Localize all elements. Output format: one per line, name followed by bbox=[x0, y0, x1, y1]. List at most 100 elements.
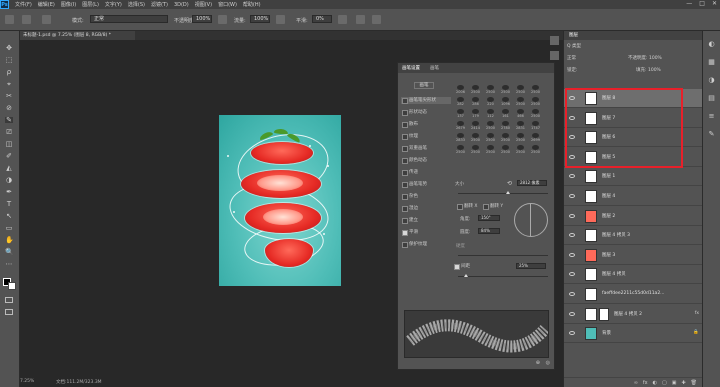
menu-select[interactable]: 选择(S) bbox=[128, 1, 145, 8]
layer-name[interactable]: 图层 3 bbox=[602, 252, 615, 258]
setting-protect-texture[interactable]: 保护纹理 bbox=[401, 241, 451, 248]
close-button[interactable]: ✕ bbox=[712, 0, 717, 7]
delete-layer-icon[interactable]: 🗑 bbox=[691, 380, 697, 386]
maximize-button[interactable]: □ bbox=[699, 0, 705, 7]
link-layers-icon[interactable]: ∞ bbox=[634, 380, 638, 386]
new-brush-preset-icon[interactable]: ⊕ bbox=[536, 360, 540, 366]
brush-tip-cell[interactable]: 2500 bbox=[470, 145, 481, 156]
background-color-swatch[interactable] bbox=[8, 282, 16, 290]
brush-tip-cell[interactable]: 179 bbox=[470, 109, 481, 120]
blend-mode-value[interactable]: 正常 bbox=[567, 56, 576, 61]
spacing-checkbox[interactable]: 间距 bbox=[453, 263, 473, 270]
reset-size-icon[interactable]: ⟲ bbox=[507, 180, 512, 187]
layer-name[interactable]: 图层 4 拷贝 2 bbox=[614, 311, 642, 317]
layer-filter[interactable]: Q 类型 bbox=[567, 43, 581, 51]
layer-opacity-input[interactable]: 100% bbox=[649, 56, 662, 61]
pressure-opacity-icon[interactable] bbox=[218, 15, 227, 24]
adjustments-panel-icon[interactable]: ◑ bbox=[707, 77, 716, 84]
visibility-eye-icon[interactable] bbox=[569, 252, 575, 257]
libraries-panel-icon[interactable]: ▤ bbox=[707, 95, 716, 102]
menu-type[interactable]: 文字(Y) bbox=[105, 1, 122, 8]
menu-image[interactable]: 图像(I) bbox=[61, 1, 76, 8]
layer-row[interactable]: 图层 4 拷贝 bbox=[564, 265, 703, 285]
setting-color-dynamics[interactable]: 颜色动态 bbox=[401, 157, 451, 164]
fill-input[interactable]: 100% bbox=[648, 68, 661, 73]
setting-noise[interactable]: 杂色 bbox=[401, 193, 451, 200]
brush-tip-cell[interactable]: 2699 bbox=[530, 133, 541, 144]
visibility-eye-icon[interactable] bbox=[569, 194, 575, 198]
tab-brush-settings[interactable]: 画笔设置 bbox=[402, 65, 420, 71]
brush-tip-cell[interactable]: 2500 bbox=[500, 85, 511, 96]
layer-thumbnail[interactable] bbox=[585, 248, 597, 262]
size-input[interactable]: 2812 像素 bbox=[517, 180, 547, 186]
setting-brush-pose[interactable]: 画笔笔势 bbox=[401, 181, 451, 188]
brush-tip-cell[interactable]: 161 bbox=[500, 109, 511, 120]
history-icon[interactable] bbox=[550, 36, 559, 45]
layer-name[interactable]: faeffdee2211c55d0d11a2... bbox=[602, 291, 664, 296]
layer-row[interactable]: 图层 4 bbox=[564, 187, 703, 206]
menu-help[interactable]: 帮助(H) bbox=[243, 1, 261, 8]
setting-brush-tip-shape[interactable]: 画笔笔尖形状 bbox=[401, 97, 451, 104]
menu-file[interactable]: 文件(F) bbox=[15, 1, 32, 8]
layer-thumbnail[interactable] bbox=[585, 190, 597, 203]
visibility-eye-icon[interactable] bbox=[569, 331, 575, 336]
document-canvas-image[interactable] bbox=[219, 115, 341, 286]
brush-tip-cell[interactable]: 2500 bbox=[515, 133, 526, 144]
layer-thumbnail[interactable] bbox=[585, 229, 597, 243]
gradient-tool-icon[interactable]: ◭ bbox=[5, 165, 13, 172]
brush-tip-cell[interactable]: 2500 bbox=[470, 133, 481, 144]
layer-row[interactable]: faeffdee2211c55d0d11a2... bbox=[564, 285, 703, 304]
zoom-tool-icon[interactable]: 🔍 bbox=[5, 249, 14, 256]
layer-name[interactable]: 图层 2 bbox=[602, 213, 615, 219]
history-brush-tool-icon[interactable]: ◫ bbox=[5, 141, 13, 148]
angle-input[interactable]: 150° bbox=[478, 215, 500, 221]
visibility-eye-icon[interactable] bbox=[569, 233, 575, 238]
marquee-tool-icon[interactable]: ⬚ bbox=[5, 57, 13, 64]
paths-panel-icon[interactable]: ✎ bbox=[707, 131, 716, 138]
layer-name[interactable]: 图层 4 拷贝 bbox=[602, 271, 626, 277]
setting-smoothing[interactable]: 平滑 bbox=[401, 229, 451, 236]
layer-thumbnail[interactable] bbox=[585, 209, 597, 223]
move-tool-icon[interactable]: ✥ bbox=[5, 45, 13, 52]
visibility-eye-icon[interactable] bbox=[569, 272, 575, 277]
brush-tip-cell[interactable]: 2500 bbox=[500, 133, 511, 144]
layer-thumbnail[interactable] bbox=[585, 268, 597, 282]
brush-tip-cell[interactable]: 286 bbox=[470, 97, 481, 108]
crop-tool-icon[interactable]: ✂ bbox=[5, 93, 13, 100]
menu-edit[interactable]: 编辑(E) bbox=[38, 1, 55, 8]
brush-tip-cell[interactable]: 2500 bbox=[485, 133, 496, 144]
brush-tip-cell[interactable]: 2780 bbox=[500, 121, 511, 132]
brush-tip-cell[interactable]: 2833 bbox=[455, 133, 466, 144]
brush-tip-cell[interactable]: 1096 bbox=[500, 97, 511, 108]
flow-input[interactable]: 100% bbox=[250, 15, 270, 23]
type-tool-icon[interactable]: T bbox=[5, 201, 13, 208]
brush-tip-cell[interactable]: 2500 bbox=[485, 145, 496, 156]
adjustment-layer-icon[interactable]: ◐ bbox=[653, 380, 657, 386]
setting-scattering[interactable]: 散布 bbox=[401, 121, 451, 128]
brush-preset-picker-icon[interactable] bbox=[22, 15, 31, 24]
brushes-button[interactable]: 画笔 bbox=[414, 82, 434, 89]
pen-tool-icon[interactable]: ✒ bbox=[5, 189, 13, 196]
smoothing-options-icon[interactable] bbox=[338, 15, 347, 24]
layer-thumbnail[interactable] bbox=[585, 288, 597, 301]
layer-thumbnail[interactable] bbox=[585, 170, 597, 184]
mode-select[interactable]: 正常 bbox=[90, 15, 168, 23]
brush-tip-cell[interactable]: 2006 bbox=[455, 85, 466, 96]
brush-tip-cell[interactable]: 466 bbox=[515, 109, 526, 120]
brush-tip-cell[interactable]: 2414 bbox=[470, 121, 481, 132]
brush-tip-cell[interactable]: 2500 bbox=[515, 85, 526, 96]
layer-thumbnail[interactable] bbox=[585, 327, 597, 341]
new-layer-icon[interactable]: ✚ bbox=[681, 380, 685, 386]
layer-mask-thumbnail[interactable] bbox=[599, 307, 609, 321]
layer-row[interactable]: 图层 4 拷贝 3 bbox=[564, 226, 703, 246]
hardness-slider[interactable] bbox=[458, 255, 548, 256]
layer-row[interactable]: 图层 2 bbox=[564, 207, 703, 226]
menu-layer[interactable]: 图层(L) bbox=[82, 1, 99, 8]
setting-texture[interactable]: 纹理 bbox=[401, 133, 451, 140]
brush-tip-cell[interactable]: 220 bbox=[485, 97, 496, 108]
setting-dual-brush[interactable]: 双重画笔 bbox=[401, 145, 451, 152]
visibility-eye-icon[interactable] bbox=[569, 174, 575, 179]
color-panel-icon[interactable]: ◐ bbox=[707, 41, 716, 48]
brush-tip-cell[interactable]: 2500 bbox=[515, 145, 526, 156]
lasso-tool-icon[interactable]: ρ bbox=[5, 69, 13, 76]
